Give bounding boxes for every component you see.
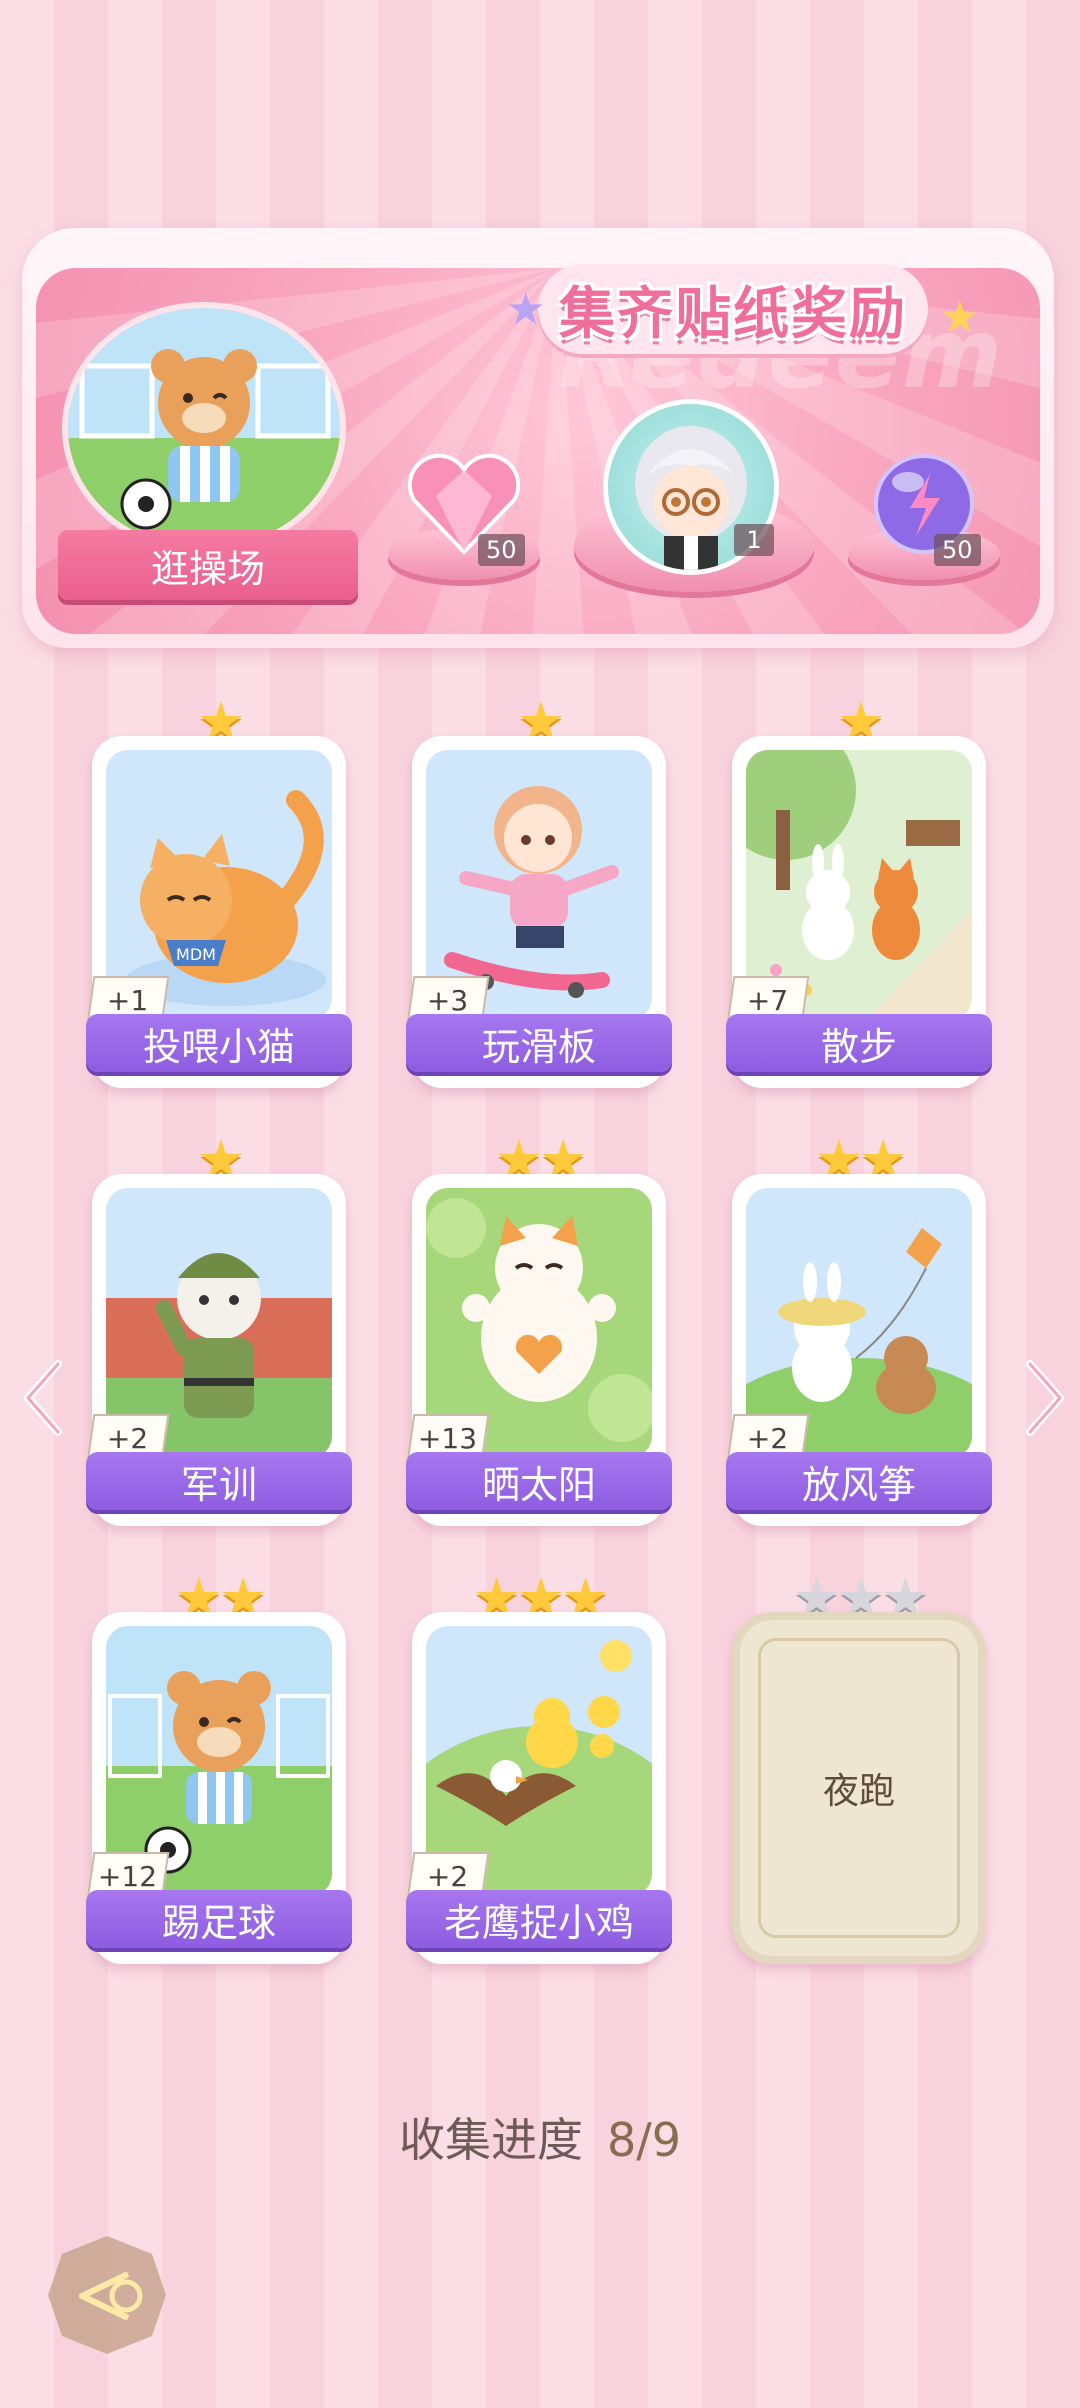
bonus-value: +13 — [418, 1421, 478, 1455]
bonus-value: +2 — [107, 1421, 149, 1455]
card-label: 军训 — [86, 1452, 352, 1510]
star-sparkle-icon: ★ — [940, 292, 980, 343]
banner-title: 集齐贴纸奖励 — [559, 281, 907, 347]
card-label: 放风筝 — [726, 1452, 992, 1510]
bonus-value: +2 — [427, 1859, 469, 1893]
card-label: 散步 — [726, 1014, 992, 1072]
card-name: 踢足球 — [161, 1900, 276, 1945]
chevron-right-icon[interactable] — [1022, 1358, 1068, 1438]
svg-text:MDM: MDM — [176, 945, 216, 964]
card-name: 投喂小猫 — [142, 1024, 295, 1069]
card-name: 散步 — [820, 1024, 897, 1069]
card-name: 晒太阳 — [481, 1462, 596, 1507]
progress-label: 收集进度 — [398, 2113, 583, 2167]
card-label: 老鹰捉小鸡 — [406, 1890, 672, 1948]
card-name: 夜跑 — [822, 1771, 895, 1812]
card-name: 军训 — [180, 1462, 257, 1507]
card-label: 投喂小猫 — [86, 1014, 352, 1072]
collection-progress: 收集进度 8/9 — [0, 2104, 1080, 2170]
locked-sticker-card[interactable]: ★★★ 夜跑 — [732, 1568, 986, 1964]
progress-value: 8/9 — [606, 2113, 682, 2167]
bonus-value: +1 — [107, 983, 149, 1017]
bonus-value: +12 — [98, 1859, 158, 1893]
sticker-card[interactable]: ★ +2 军训 — [86, 1130, 352, 1526]
stage-ribbon: 逛操场 — [58, 530, 358, 600]
bonus-value: +2 — [747, 1421, 789, 1455]
reward-count: 1 — [734, 524, 774, 556]
card-label: 玩滑板 — [406, 1014, 672, 1072]
reward-count: 50 — [478, 534, 525, 566]
card-name: 玩滑板 — [481, 1024, 596, 1069]
sticker-card[interactable]: ★ +3 玩滑板 — [406, 692, 672, 1088]
sticker-card[interactable]: ★★ +12 踢足球 — [86, 1568, 352, 1964]
card-label: 踢足球 — [86, 1890, 352, 1948]
sticker-card[interactable]: ★ +7 散步 — [726, 692, 992, 1088]
card-name: 老鹰捉小鸡 — [443, 1900, 634, 1945]
card-name: 放风筝 — [801, 1462, 916, 1507]
sticker-card[interactable]: ★★ +2 放风筝 — [726, 1130, 992, 1526]
stage-medal — [68, 308, 340, 548]
back-button[interactable] — [42, 2230, 172, 2360]
banner-title-plate: 集齐贴纸奖励 — [538, 264, 928, 354]
stage-label: 逛操场 — [150, 546, 265, 591]
chevron-left-icon[interactable] — [20, 1358, 66, 1438]
sticker-card[interactable]: ★★★ +2 老鹰捉小鸡 — [406, 1568, 672, 1964]
sticker-card[interactable]: ★★ +13 晒太阳 — [406, 1130, 672, 1526]
sticker-card[interactable]: ★ MDM +1 投喂小猫 — [86, 692, 352, 1088]
bonus-value: +7 — [747, 983, 789, 1017]
card-label: 晒太阳 — [406, 1452, 672, 1510]
bonus-value: +3 — [427, 983, 469, 1017]
reward-count: 50 — [934, 534, 981, 566]
star-sparkle-icon: ★ — [506, 284, 546, 335]
